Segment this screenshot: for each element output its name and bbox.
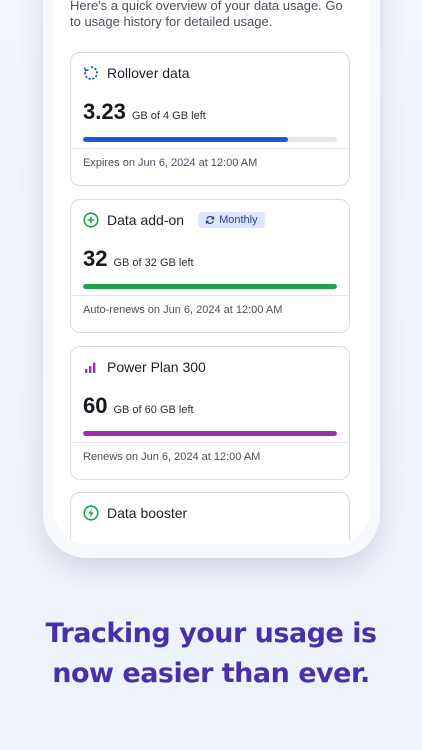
data-add-on-card[interactable]: Data add-on Monthly 32 GB of 32 GB left … bbox=[70, 199, 350, 333]
amount-unit: GB of 4 GB left bbox=[131, 110, 206, 122]
amount: 3.23 GB of 4 GB left bbox=[83, 99, 206, 125]
card-title: Data booster bbox=[107, 505, 188, 521]
intro-text: Here's a quick overview of your data usa… bbox=[70, 0, 343, 29]
amount-unit: GB of 32 GB left bbox=[113, 257, 194, 269]
amount-unit: GB of 60 GB left bbox=[113, 404, 194, 416]
lightning-circle-icon bbox=[83, 505, 99, 521]
usage-progress-fill bbox=[83, 137, 289, 142]
divider bbox=[71, 148, 349, 149]
card-title: Data add-on bbox=[107, 212, 185, 228]
tagline-line-1: Tracking your usage is bbox=[45, 618, 377, 649]
card-title: Rollover data bbox=[107, 65, 190, 81]
renewal-text: Auto-renews on Jun 6, 2024 at 12:00 AM bbox=[83, 304, 283, 316]
amount-value: 60 bbox=[83, 393, 108, 418]
divider bbox=[71, 295, 349, 296]
usage-progress-fill bbox=[83, 431, 337, 436]
amount: 60 GB of 60 GB left bbox=[83, 393, 194, 419]
card-title: Power Plan 300 bbox=[107, 359, 206, 375]
usage-progress-bar bbox=[83, 284, 337, 289]
monthly-badge: Monthly bbox=[198, 212, 265, 228]
badge-label: Monthly bbox=[219, 214, 258, 226]
power-plan-card[interactable]: Power Plan 300 60 GB of 60 GB left Renew… bbox=[70, 346, 350, 480]
data-booster-card[interactable]: Data booster bbox=[70, 492, 350, 544]
divider bbox=[71, 442, 349, 443]
card-header: Data booster bbox=[83, 505, 187, 521]
tagline-line-2: now easier than ever. bbox=[52, 658, 370, 689]
amount-value: 32 bbox=[83, 246, 108, 271]
usage-progress-bar bbox=[83, 137, 337, 142]
plus-circle-icon bbox=[83, 212, 99, 228]
amount: 32 GB of 32 GB left bbox=[83, 246, 194, 272]
usage-progress-fill bbox=[83, 284, 337, 289]
rollover-data-card[interactable]: Rollover data 3.23 GB of 4 GB left Expir… bbox=[70, 52, 350, 186]
card-header: Power Plan 300 bbox=[83, 359, 206, 375]
marketing-tagline: Tracking your usage is now easier than e… bbox=[0, 614, 422, 694]
expiry-text: Expires on Jun 6, 2024 at 12:00 AM bbox=[83, 157, 258, 169]
card-header: Rollover data bbox=[83, 65, 190, 81]
phone-frame: Here's a quick overview of your data usa… bbox=[43, 0, 380, 558]
usage-progress-bar bbox=[83, 431, 337, 436]
rollover-icon bbox=[83, 65, 99, 81]
app-screen: Here's a quick overview of your data usa… bbox=[53, 0, 370, 544]
card-header: Data add-on Monthly bbox=[83, 212, 265, 228]
refresh-icon bbox=[205, 215, 215, 225]
signal-bars-icon bbox=[83, 359, 99, 375]
renewal-text: Renews on Jun 6, 2024 at 12:00 AM bbox=[83, 451, 261, 463]
amount-value: 3.23 bbox=[83, 99, 126, 124]
